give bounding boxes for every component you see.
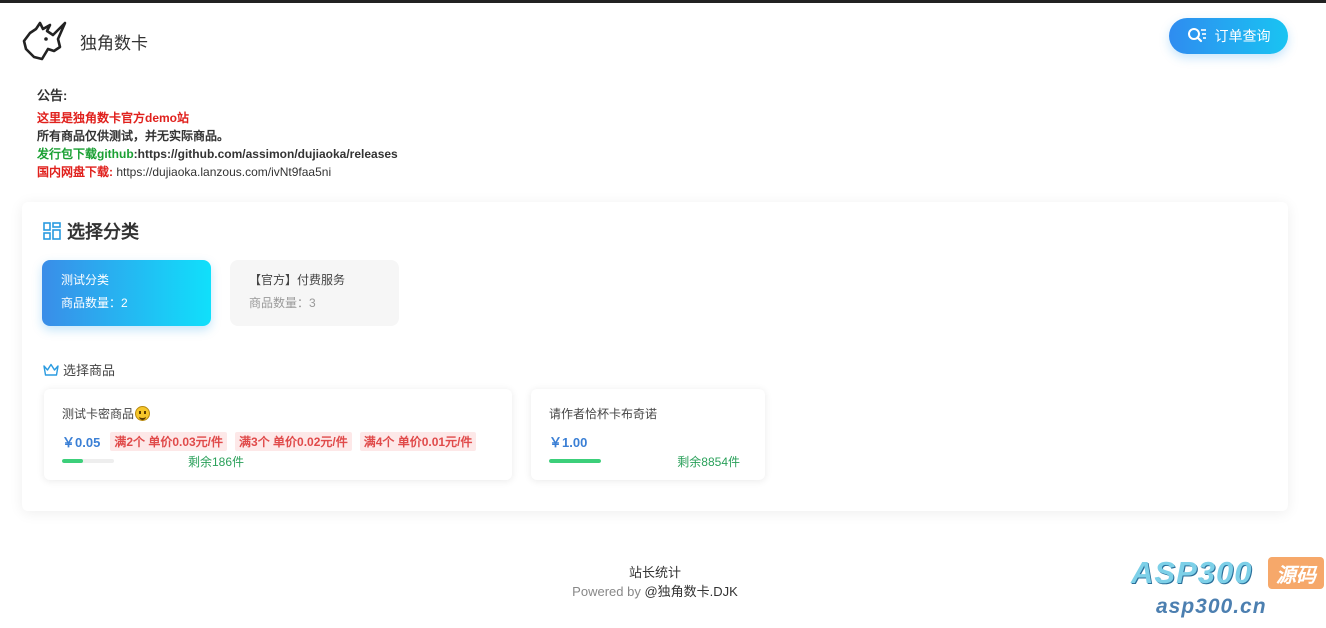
category-heading: 选择分类 [43,218,139,244]
order-query-button[interactable]: 订单查询 [1169,18,1288,54]
category-name: 【官方】付费服务 [249,273,346,287]
stock-progress-bar [62,459,114,463]
product-name: 测试卡密商品 [62,405,494,421]
stock-progress-fill [62,459,83,463]
category-name: 测试分类 [61,273,110,287]
goods-heading-text: 选择商品 [63,363,116,378]
grinning-face-icon [135,405,151,421]
announcement: 公告: 这里是独角数卡官方demo站 所有商品仅供测试，并无实际商品。 发行包下… [37,87,398,181]
watermark-url: asp300.cn [1156,595,1267,618]
wholesale-tag: 满3个 单价0.02元/件 [235,431,352,451]
announcement-line: 发行包下载github:https://github.com/assimon/d… [37,145,398,163]
category-heading-text: 选择分类 [67,222,139,242]
category-card-test[interactable]: 测试分类 商品数量：2 [42,260,211,326]
announcement-line: 所有商品仅供测试，并无实际商品。 [37,129,230,143]
powered-by-brand[interactable]: @独角数卡.DJK [644,584,737,599]
announcement-line: 这里是独角数卡官方demo站 [37,111,190,125]
stock-progress-fill [549,459,601,463]
site-title[interactable]: 独角数卡 [80,29,148,54]
powered-by-prefix: Powered by [572,584,645,599]
netdisk-link[interactable]: https://dujiaoka.lanzous.com/ivNt9faa5ni [113,165,331,179]
watermark: ASP300 源码 asp300.cn [1131,555,1326,625]
stock-remaining: 剩余8854件 [677,455,740,469]
wholesale-tag: 满4个 单价0.01元/件 [359,431,477,451]
watermark-brand: ASP300 [1131,555,1253,590]
stock-remaining: 剩余186件 [188,455,245,469]
category-grid-icon [43,222,61,240]
product-price: ￥1.00 [549,434,588,450]
search-list-icon [1187,28,1206,43]
product-card[interactable]: 请作者恰杯卡布奇诺 ￥1.00 剩余8854件 [531,389,765,480]
wholesale-tag: 满2个 单价0.03元/件 [110,431,228,451]
stock-progress-bar [549,459,601,463]
shop-panel: 选择分类 测试分类 商品数量：2 【官方】付费服务 商品数量：3 选择商品 测试… [22,202,1288,511]
announcement-line: 国内网盘下载: https://dujiaoka.lanzous.com/ivN… [37,163,398,181]
announcement-title: 公告: [37,88,68,103]
github-label: 发行包下载github [37,147,134,161]
category-card-official[interactable]: 【官方】付费服务 商品数量：3 [230,260,399,326]
stock-row: 剩余186件 [62,453,494,469]
site-stats-link[interactable]: 站长统计 [0,563,1310,582]
product-name-text: 请作者恰杯卡布奇诺 [549,406,658,421]
price-row: ￥1.00 [549,432,747,450]
stock-row: 剩余8854件 [549,453,747,469]
goods-heading: 选择商品 [43,360,115,379]
price-row: ￥0.05 满2个 单价0.03元/件 满3个 单价0.02元/件 满4个 单价… [62,431,494,451]
product-card[interactable]: 测试卡密商品 ￥0.05 满2个 单价0.03元/件 满3个 单价0.02元/件… [44,389,512,480]
product-name-text: 测试卡密商品 [62,406,135,421]
netdisk-label: 国内网盘下载: [37,165,113,179]
crown-icon [43,363,59,376]
powered-by: Powered by @独角数卡.DJK [0,582,1310,601]
site-header: 独角数卡 [20,19,148,63]
order-query-label: 订单查询 [1214,28,1271,44]
github-link[interactable]: :https://github.com/assimon/dujiaoka/rel… [134,147,398,161]
site-footer: 站长统计 Powered by @独角数卡.DJK [0,563,1310,601]
product-price: ￥0.05 [62,434,101,450]
category-count: 商品数量：3 [249,296,316,310]
watermark-tag: 源码 [1268,557,1324,589]
category-count: 商品数量：2 [61,296,128,310]
unicorn-logo-icon[interactable] [20,19,68,63]
product-name: 请作者恰杯卡布奇诺 [549,405,747,421]
